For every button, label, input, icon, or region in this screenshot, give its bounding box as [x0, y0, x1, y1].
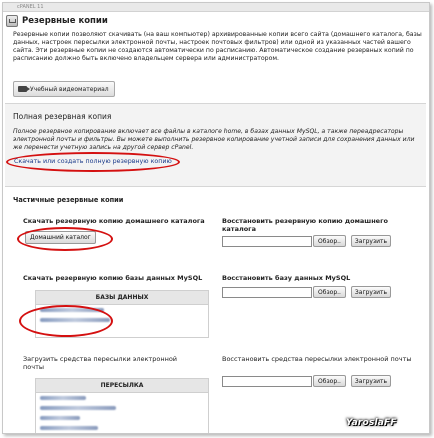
databases-table: БАЗЫ ДАННЫХ — [35, 290, 209, 338]
topbar-text: cPANEL 11 — [17, 4, 44, 10]
full-backup-description: Полное резервное копирование включает вс… — [13, 128, 415, 151]
video-tutorial-button[interactable]: Учебный видеоматериал — [13, 81, 115, 97]
mysql-upload-button[interactable]: Загрузить — [351, 286, 391, 298]
home-download-button[interactable]: Домашний каталог — [25, 231, 96, 244]
home-restore-title: Восстановить резервную копию домашнего к… — [222, 217, 388, 233]
blurred-forwarder — [40, 416, 80, 420]
partial-backups-title: Частичные резервные копии — [13, 196, 124, 204]
full-backup-section: Полная резервная копия Полное резервное … — [5, 103, 426, 187]
window-topbar: cPANEL 11 — [3, 3, 429, 12]
databases-table-header: БАЗЫ ДАННЫХ — [36, 291, 208, 305]
mysql-restore-title: Восстановить базу данных MySQL — [222, 274, 351, 282]
forwarders-restore-file-field[interactable] — [222, 376, 312, 387]
full-backup-title: Полная резервная копия — [13, 112, 112, 121]
video-tutorial-label: Учебный видеоматериал — [30, 85, 109, 93]
browser-window: cPANEL 11 Резервные копии Резервные копи… — [2, 2, 430, 434]
backup-icon — [6, 15, 18, 27]
forwarders-table: ПЕРЕСЫЛКА — [35, 378, 209, 433]
home-upload-button[interactable]: Загрузить — [351, 235, 391, 247]
home-restore-file-field[interactable] — [222, 236, 312, 247]
table-row[interactable] — [36, 403, 208, 413]
mysql-restore-file-field[interactable] — [222, 287, 312, 298]
intro-text: Резервные копии позволяют скачивать (на … — [13, 31, 422, 62]
mysql-browse-button[interactable]: Обзор.. — [313, 286, 346, 298]
forwarders-table-header: ПЕРЕСЫЛКА — [36, 379, 208, 393]
table-row[interactable] — [36, 305, 208, 315]
forwarders-download-title: Загрузить средства пересылки электронной… — [23, 355, 178, 371]
home-browse-button[interactable]: Обзор.. — [313, 235, 346, 247]
forwarders-browse-button[interactable]: Обзор.. — [313, 375, 346, 387]
blurred-forwarder — [40, 426, 98, 430]
forwarders-restore-title: Восстановить средства пересылки электрон… — [222, 355, 412, 363]
video-camera-icon — [18, 86, 30, 92]
blurred-db-name — [40, 318, 110, 322]
mysql-download-title: Скачать резервную копию базы данных MySQ… — [23, 274, 203, 282]
watermark: YaroslaFF — [346, 418, 397, 428]
table-row[interactable] — [36, 315, 208, 325]
home-download-title: Скачать резервную копию домашнего катало… — [23, 217, 205, 225]
blurred-forwarder — [40, 396, 86, 400]
full-backup-link[interactable]: Скачать или создать полную резервную коп… — [14, 158, 172, 165]
table-row[interactable] — [36, 413, 208, 423]
page-header: Резервные копии — [6, 15, 108, 27]
table-row[interactable] — [36, 423, 208, 433]
blurred-db-name — [40, 308, 104, 312]
forwarders-upload-button[interactable]: Загрузить — [351, 375, 391, 387]
page-title: Резервные копии — [22, 16, 108, 26]
blurred-forwarder — [40, 406, 116, 410]
table-row[interactable] — [36, 393, 208, 403]
